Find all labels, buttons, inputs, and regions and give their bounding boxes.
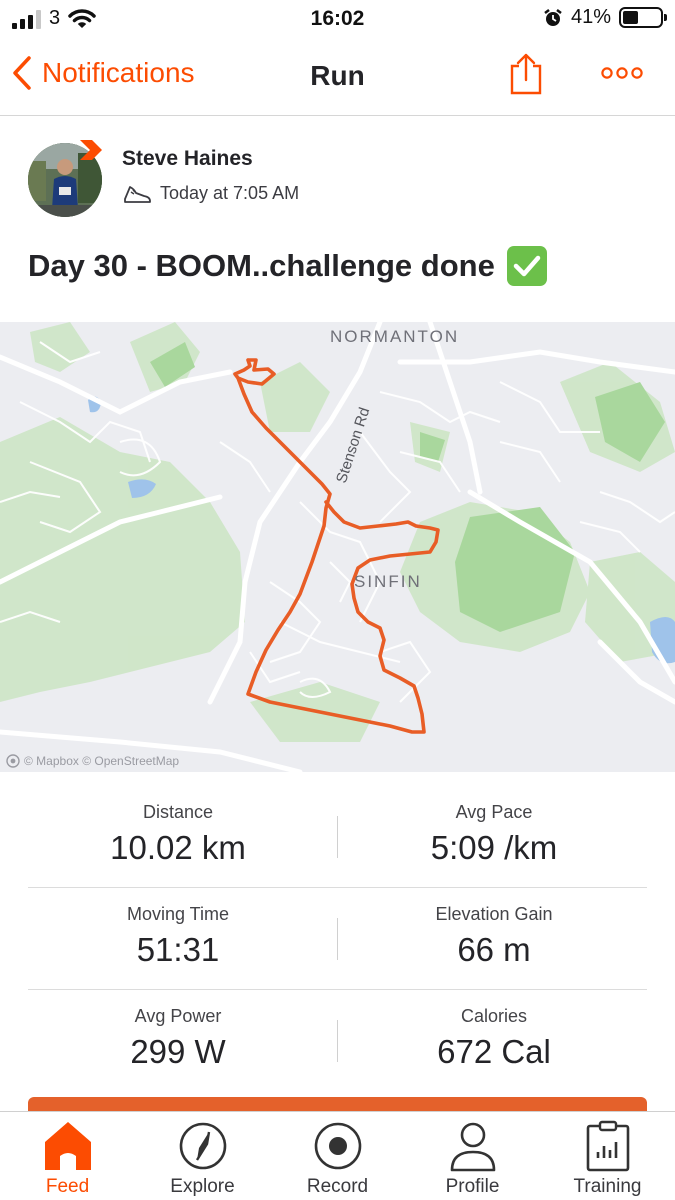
stat-value: 10.02 km — [110, 829, 246, 866]
home-icon — [45, 1122, 91, 1170]
stat-row: Avg Power 299 W Calories 672 Cal — [28, 990, 647, 1092]
activity-meta: Today at 7:05 AM — [122, 183, 299, 204]
stat-calories: Calories 672 Cal — [344, 1006, 644, 1071]
stat-label: Moving Time — [126, 904, 230, 924]
stat-elevation-gain: Elevation Gain 66 m — [344, 904, 644, 969]
subscriber-badge-icon — [80, 140, 102, 160]
stat-label: Avg Power — [134, 1006, 222, 1026]
athlete-header: Steve Haines Today at 7:05 AM — [28, 140, 648, 220]
stat-moving-time: Moving Time 51:31 — [28, 904, 328, 969]
tab-label: Feed — [45, 1176, 90, 1197]
status-bar: 3 16:02 41% — [0, 0, 675, 38]
stat-label: Avg Pace — [455, 802, 533, 822]
tab-explore[interactable]: Explore — [135, 1112, 270, 1200]
tab-feed[interactable]: Feed — [0, 1112, 135, 1200]
shoe-icon — [124, 185, 151, 203]
tab-bar: Feed Explore Record Profile Training — [0, 1111, 675, 1200]
nav-bar: Notifications Run — [0, 38, 675, 116]
battery-icon — [619, 7, 667, 28]
route-map[interactable]: NORMANTON SINFIN Stenson Rd © Mapbox © O… — [0, 322, 675, 772]
activity-title[interactable]: Day 30 - BOOM..challenge done — [28, 246, 547, 286]
attribution-text: © Mapbox © OpenStreetMap — [24, 754, 180, 768]
stat-row: Distance 10.02 km Avg Pace 5:09 /km — [28, 786, 647, 888]
stat-label: Distance — [142, 802, 214, 822]
stat-distance: Distance 10.02 km — [28, 802, 328, 867]
tab-label: Record — [306, 1176, 369, 1197]
stat-avg-power: Avg Power 299 W — [28, 1006, 328, 1071]
share-button[interactable] — [508, 52, 544, 101]
stat-divider — [337, 816, 338, 858]
map-label-normanton: NORMANTON — [330, 327, 460, 346]
page-title: Run — [310, 60, 365, 91]
stat-value: 672 Cal — [437, 1033, 551, 1070]
tab-label: Explore — [170, 1176, 235, 1197]
stat-avg-pace: Avg Pace 5:09 /km — [344, 802, 644, 867]
tab-label: Profile — [445, 1176, 500, 1197]
more-button[interactable] — [600, 66, 644, 85]
map-label-sinfin: SINFIN — [354, 572, 422, 591]
stat-value: 51:31 — [136, 931, 220, 968]
tab-record[interactable]: Record — [270, 1112, 405, 1200]
stat-value: 5:09 /km — [430, 829, 558, 866]
status-right: 41% — [543, 6, 667, 29]
check-emoji-icon — [506, 246, 547, 286]
record-icon — [314, 1122, 362, 1170]
share-icon — [510, 53, 542, 95]
stat-divider — [337, 1020, 338, 1062]
map-attribution[interactable]: © Mapbox © OpenStreetMap — [6, 754, 179, 768]
training-icon — [586, 1120, 630, 1172]
profile-icon — [450, 1122, 496, 1172]
activity-time: Today at 7:05 AM — [160, 183, 300, 203]
stat-value: 66 m — [457, 931, 531, 968]
activity-title-text: Day 30 - BOOM..challenge done — [28, 248, 495, 283]
battery-percent: 41% — [570, 6, 611, 28]
tab-label: Training — [573, 1176, 642, 1197]
stat-label: Elevation Gain — [435, 904, 553, 924]
compass-icon — [179, 1122, 227, 1170]
more-icon — [601, 67, 643, 79]
alarm-icon — [544, 8, 562, 26]
stat-divider — [337, 918, 338, 960]
tab-profile[interactable]: Profile — [405, 1112, 540, 1200]
map-canvas — [0, 322, 675, 772]
stats-grid: Distance 10.02 km Avg Pace 5:09 /km Movi… — [28, 786, 647, 1092]
mapbox-logo-icon — [6, 754, 20, 768]
tab-training[interactable]: Training — [540, 1112, 675, 1200]
stat-row: Moving Time 51:31 Elevation Gain 66 m — [28, 888, 647, 990]
stat-value: 299 W — [130, 1033, 226, 1070]
athlete-name[interactable]: Steve Haines — [122, 147, 253, 171]
stat-label: Calories — [460, 1006, 528, 1026]
